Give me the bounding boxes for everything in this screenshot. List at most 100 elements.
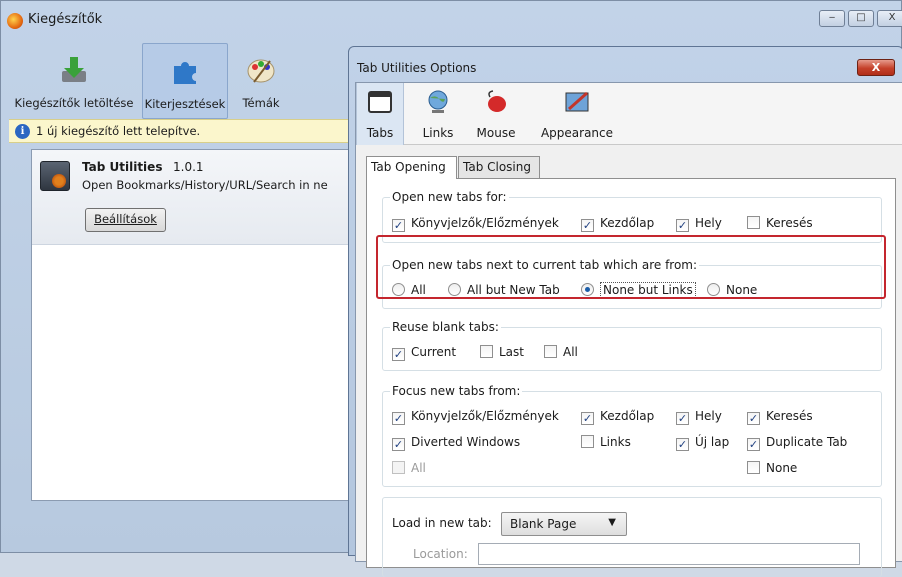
install-notice: i 1 új kiegészítő lett telepítve. [9, 119, 351, 143]
paint-icon [565, 91, 589, 112]
extension-version: 1.0.1 [173, 160, 204, 174]
checkbox-icon: ✓ [581, 219, 594, 232]
minimize-button[interactable]: ‒ [819, 10, 845, 27]
option-label: Könyvjelzők/Előzmények [411, 216, 559, 230]
close-button[interactable]: X [877, 10, 902, 27]
option-label: Links [600, 435, 631, 449]
checkbox-icon [480, 345, 493, 358]
themes-tab[interactable]: Témák [231, 43, 291, 119]
get-addons-label: Kiegészítők letöltése [14, 96, 134, 110]
checkbox-icon: ✓ [676, 412, 689, 425]
highlight-box [376, 235, 886, 299]
checkbox-search[interactable]: Keresés [747, 216, 813, 230]
checkbox-reuse-current[interactable]: ✓ Current [392, 345, 456, 361]
option-label: Könyvjelzők/Előzmények [411, 409, 559, 423]
checkbox-focus-location[interactable]: ✓ Hely [676, 409, 722, 425]
option-label: Diverted Windows [411, 435, 521, 449]
option-label: All [563, 345, 578, 359]
checkbox-focus-duplicate-tab[interactable]: ✓ Duplicate Tab [747, 435, 847, 451]
option-label: None [766, 461, 798, 475]
addons-window-title: Kiegészítők [28, 12, 103, 27]
pane-tab-tabs-label: Tabs [366, 126, 394, 140]
option-label: Kezdőlap [600, 409, 655, 423]
checkbox-icon [581, 435, 594, 448]
dialog-title: Tab Utilities Options [357, 61, 477, 75]
subtab-tab-closing[interactable]: Tab Closing [458, 156, 540, 178]
extensions-tab[interactable]: Kiterjesztések [142, 43, 228, 119]
checkbox-focus-all[interactable]: All [392, 461, 426, 475]
location-input[interactable] [478, 543, 860, 565]
group-label: Focus new tabs from: [390, 384, 523, 398]
group-label: Open new tabs for: [390, 190, 509, 204]
globe-icon [428, 90, 448, 113]
group-label: Reuse blank tabs: [390, 320, 501, 334]
option-label: Duplicate Tab [766, 435, 848, 449]
firefox-icon [7, 13, 23, 29]
extension-name: Tab Utilities [82, 160, 163, 174]
checkbox-icon: ✓ [392, 348, 405, 361]
option-label: Keresés [766, 409, 813, 423]
info-icon: i [15, 124, 30, 139]
checkbox-focus-search[interactable]: ✓ Keresés [747, 409, 813, 425]
puzzle-icon [174, 62, 196, 84]
checkbox-icon: ✓ [676, 438, 689, 451]
location-label: Location: [413, 547, 468, 561]
extension-icon [40, 161, 70, 191]
load-label: Load in new tab: [392, 516, 492, 530]
select-value: Blank Page [510, 517, 577, 531]
pane-tab-appearance-label: Appearance [540, 126, 614, 140]
checkbox-icon [392, 461, 405, 474]
checkbox-bookmarks-history[interactable]: ✓ Könyvjelzők/Előzmények [392, 216, 559, 232]
window-icon [368, 91, 392, 113]
dialog-close-button[interactable]: X [857, 59, 895, 76]
list-item-tab-utilities[interactable]: Tab Utilities 1.0.1 Open Bookmarks/Histo… [32, 150, 352, 245]
checkbox-icon [747, 461, 760, 474]
checkbox-focus-diverted-windows[interactable]: ✓ Diverted Windows [392, 435, 520, 451]
addons-titlebar: Kiegészítők ‒ □ X [1, 1, 902, 39]
subtab-tab-opening[interactable]: Tab Opening [366, 156, 457, 179]
option-label: Új lap [695, 435, 730, 449]
checkbox-focus-none[interactable]: None [747, 461, 797, 475]
maximize-button[interactable]: □ [848, 10, 874, 27]
mouse-icon [488, 90, 506, 112]
pane-tab-tabs[interactable]: Tabs [356, 83, 404, 145]
checkbox-icon: ✓ [747, 412, 760, 425]
pane-tab-appearance[interactable]: Appearance [534, 83, 620, 145]
checkbox-icon: ✓ [392, 438, 405, 451]
checkbox-reuse-all[interactable]: All [544, 345, 578, 359]
checkbox-focus-new-tab[interactable]: ✓ Új lap [676, 435, 729, 451]
checkbox-icon: ✓ [392, 219, 405, 232]
checkbox-icon: ✓ [392, 412, 405, 425]
load-in-new-tab-select[interactable]: Blank Page ▼ [501, 512, 627, 536]
checkbox-icon [544, 345, 557, 358]
checkbox-reuse-last[interactable]: Last [480, 345, 524, 359]
themes-label: Témák [242, 96, 280, 110]
option-label: All [411, 461, 426, 475]
checkbox-icon: ✓ [581, 412, 594, 425]
pane-toolbar: Tabs Links Mouse Appearance [356, 83, 902, 145]
group-focus-new-tabs-from: Focus new tabs from: ✓ Könyvjelzők/Előzmé… [382, 384, 882, 487]
palette-icon [247, 59, 275, 83]
chevron-down-icon: ▼ [608, 517, 616, 528]
option-label: Kezdőlap [600, 216, 655, 230]
download-icon [62, 57, 86, 82]
dialog-body: Tabs Links Mouse Appearance Tab Opening … [355, 82, 902, 577]
checkbox-focus-bookmarks-history[interactable]: ✓ Könyvjelzők/Előzmények [392, 409, 559, 425]
options-dialog: Tab Utilities Options X Tabs Links Mouse… [348, 46, 902, 577]
option-label: Last [499, 345, 524, 359]
get-addons-tab[interactable]: Kiegészítők letöltése [9, 43, 139, 119]
checkbox-focus-homepage[interactable]: ✓ Kezdőlap [581, 409, 654, 425]
checkbox-location[interactable]: ✓ Hely [676, 216, 722, 232]
option-label: Current [411, 345, 457, 359]
option-label: Hely [695, 409, 722, 423]
pane-tab-mouse[interactable]: Mouse [468, 83, 524, 145]
settings-button[interactable]: Beállítások [85, 208, 166, 232]
option-label: Hely [695, 216, 722, 230]
pane-tab-links[interactable]: Links [412, 83, 464, 145]
checkbox-focus-links[interactable]: Links [581, 435, 631, 449]
group-reuse-blank-tabs: Reuse blank tabs: ✓ Current Last All [382, 320, 882, 371]
option-label: Keresés [766, 216, 813, 230]
checkbox-homepage[interactable]: ✓ Kezdőlap [581, 216, 654, 232]
group-load-in-new-tab: Load in new tab: Blank Page ▼ Location: [382, 497, 882, 577]
checkbox-icon: ✓ [747, 438, 760, 451]
